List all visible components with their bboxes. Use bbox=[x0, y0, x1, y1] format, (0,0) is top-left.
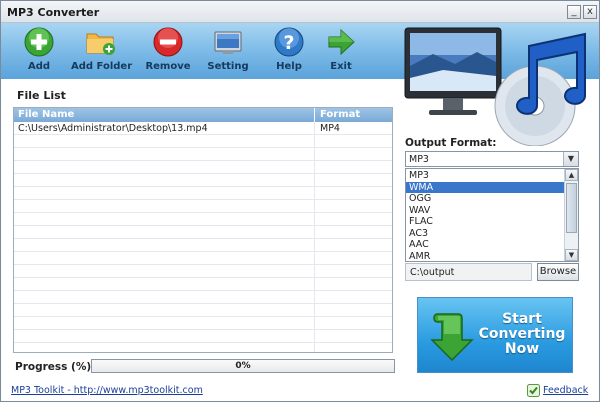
format-option[interactable]: AAC bbox=[406, 239, 564, 251]
browse-button[interactable]: Browse bbox=[537, 263, 579, 281]
close-button[interactable]: x bbox=[583, 5, 597, 19]
progress-bar: 0% bbox=[91, 359, 395, 373]
remove-button[interactable]: Remove bbox=[145, 25, 191, 77]
add-folder-label: Add Folder bbox=[71, 61, 133, 72]
setting-label: Setting bbox=[207, 61, 249, 72]
progress-label: Progress (%): bbox=[15, 361, 96, 373]
table-row[interactable] bbox=[14, 279, 392, 291]
convert-arrow-icon bbox=[430, 313, 474, 362]
help-icon: ? bbox=[274, 27, 304, 57]
setting-icon bbox=[214, 31, 242, 54]
table-row[interactable] bbox=[14, 266, 392, 278]
title-bar: MP3 Converter _ x bbox=[1, 1, 599, 23]
help-label: Help bbox=[276, 61, 302, 72]
add-icon bbox=[24, 27, 54, 57]
website-link[interactable]: MP3 Toolkit - http://www.mp3toolkit.com bbox=[11, 385, 203, 396]
setting-button[interactable]: Setting bbox=[205, 25, 251, 77]
format-option[interactable]: OGG bbox=[406, 193, 564, 205]
format-option[interactable]: FLAC bbox=[406, 216, 564, 228]
start-label-line1: Start bbox=[502, 311, 542, 327]
window-title: MP3 Converter bbox=[7, 6, 100, 19]
column-divider bbox=[314, 108, 315, 122]
format-option[interactable]: MP3 bbox=[406, 170, 564, 182]
table-row[interactable] bbox=[14, 201, 392, 213]
column-header-file-name[interactable]: File Name bbox=[18, 109, 74, 120]
remove-label: Remove bbox=[145, 61, 191, 72]
exit-button[interactable]: Exit bbox=[323, 25, 359, 77]
minimize-button[interactable]: _ bbox=[567, 5, 581, 19]
start-converting-label: Start Converting Now bbox=[474, 312, 570, 357]
start-label-line3: Now bbox=[504, 341, 540, 357]
add-folder-icon bbox=[86, 33, 115, 55]
table-header: File Name Format bbox=[14, 108, 392, 122]
exit-label: Exit bbox=[330, 61, 352, 72]
list-scrollbar[interactable]: ▲ ▼ bbox=[564, 169, 578, 261]
format-option[interactable]: AMR bbox=[406, 251, 564, 262]
add-folder-button[interactable]: Add Folder bbox=[71, 25, 133, 77]
output-format-list[interactable]: MP3 WMA OGG WAV FLAC AC3 AAC AMR ▲ ▼ bbox=[405, 168, 579, 262]
table-row[interactable] bbox=[14, 227, 392, 239]
table-row[interactable] bbox=[14, 188, 392, 200]
table-row[interactable] bbox=[14, 331, 392, 343]
table-row[interactable] bbox=[14, 162, 392, 174]
remove-icon bbox=[153, 27, 183, 57]
scroll-up-icon[interactable]: ▲ bbox=[565, 169, 578, 181]
table-row[interactable] bbox=[14, 136, 392, 148]
feedback-label: Feedback bbox=[543, 385, 589, 396]
checkmark-icon bbox=[527, 384, 540, 397]
chevron-down-icon[interactable]: ▼ bbox=[563, 152, 578, 166]
add-button[interactable]: Add bbox=[19, 25, 59, 77]
format-option[interactable]: WAV bbox=[406, 205, 564, 217]
column-header-format[interactable]: Format bbox=[320, 109, 360, 120]
format-cell: MP4 bbox=[320, 123, 340, 134]
add-label: Add bbox=[27, 61, 51, 72]
format-option-selected[interactable]: WMA bbox=[406, 181, 564, 193]
output-format-value: MP3 bbox=[409, 154, 429, 165]
table-row[interactable] bbox=[14, 175, 392, 187]
file-name-cell: C:\Users\Administrator\Desktop\13.mp4 bbox=[18, 123, 208, 134]
exit-icon bbox=[328, 28, 355, 56]
table-row[interactable] bbox=[14, 149, 392, 161]
app-window: MP3 Converter _ x Add Add Folder Remove … bbox=[0, 0, 600, 402]
file-list-title: File List bbox=[17, 89, 66, 102]
output-path-field[interactable]: C:\output bbox=[405, 263, 532, 281]
table-row[interactable] bbox=[14, 240, 392, 252]
file-table[interactable]: File Name Format C:\Users\Administrator\… bbox=[13, 107, 393, 353]
svg-text:?: ? bbox=[283, 32, 294, 54]
scroll-down-icon[interactable]: ▼ bbox=[565, 249, 578, 261]
table-row[interactable] bbox=[14, 292, 392, 304]
table-row[interactable] bbox=[14, 305, 392, 317]
progress-text: 0% bbox=[235, 361, 251, 371]
help-button[interactable]: ? Help bbox=[271, 25, 307, 77]
table-row[interactable] bbox=[14, 253, 392, 265]
table-row[interactable]: C:\Users\Administrator\Desktop\13.mp4 MP… bbox=[14, 123, 392, 135]
app-logo bbox=[404, 27, 586, 146]
output-format-select[interactable]: MP3 ▼ bbox=[405, 151, 579, 167]
table-row[interactable] bbox=[14, 214, 392, 226]
format-option[interactable]: AC3 bbox=[406, 228, 564, 240]
start-label-line2: Converting bbox=[478, 326, 566, 342]
start-converting-button[interactable]: Start Converting Now bbox=[417, 297, 573, 373]
table-row[interactable] bbox=[14, 318, 392, 330]
scrollbar-thumb[interactable] bbox=[566, 183, 577, 233]
output-format-label: Output Format: bbox=[405, 137, 497, 149]
